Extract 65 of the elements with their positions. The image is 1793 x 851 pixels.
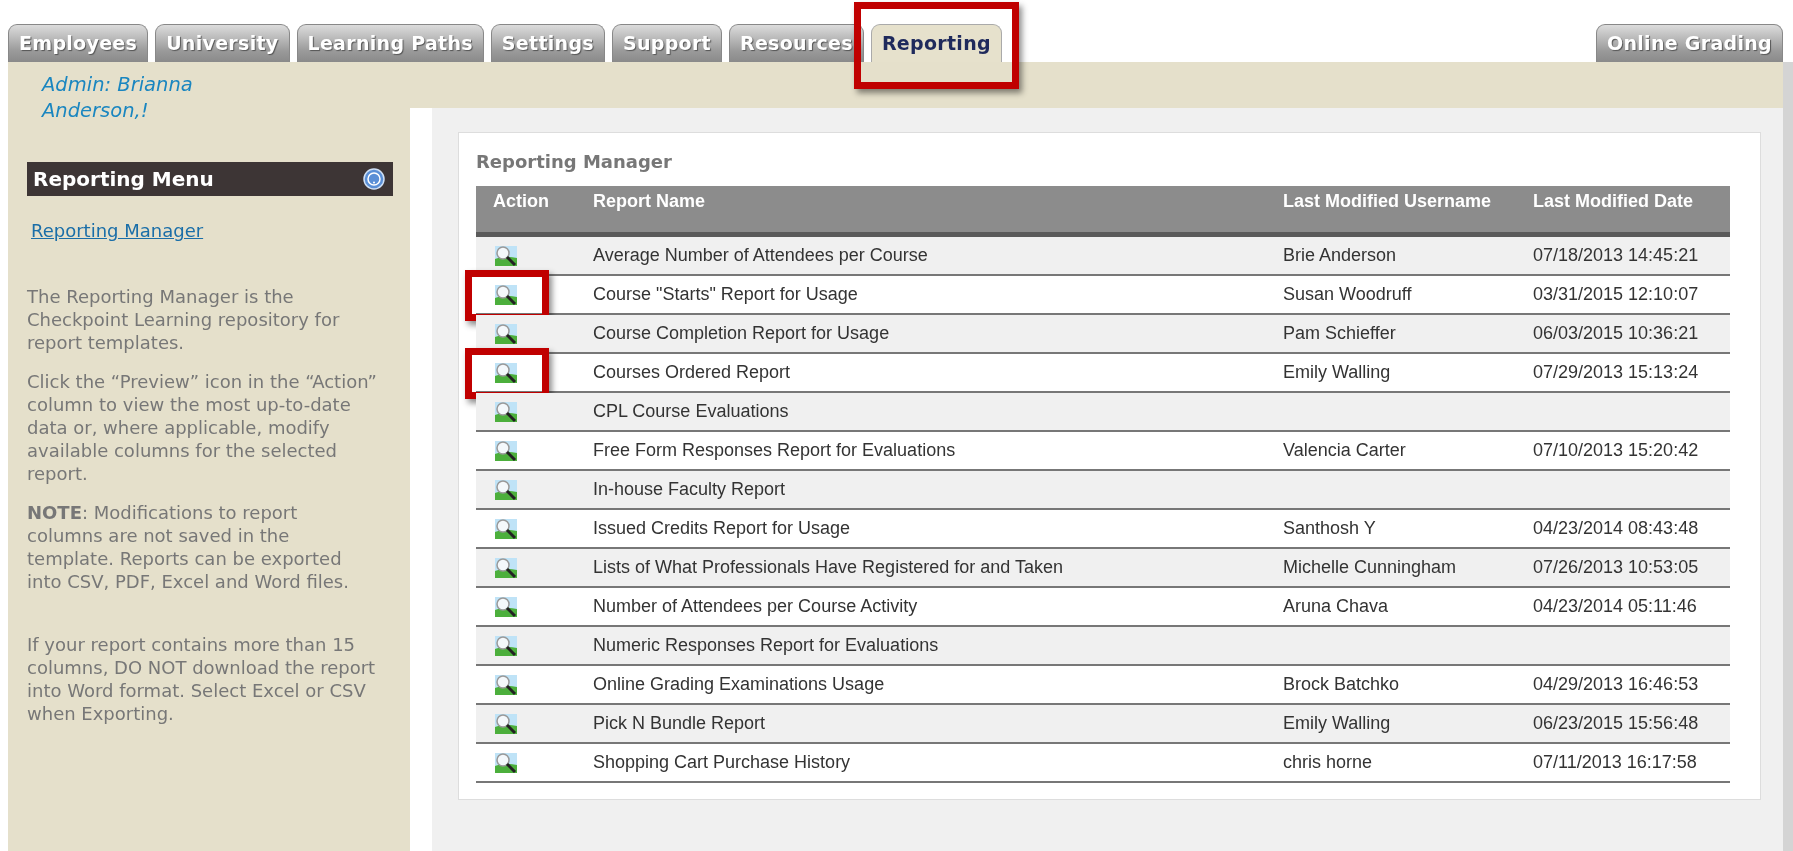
date-cell-text: 03/31/2015 12:10:07 (1532, 284, 1700, 305)
panel-title: Reporting Manager (476, 151, 673, 172)
report-name[interactable]: In-house Faculty Report (576, 479, 1266, 500)
magnifier-picture-icon[interactable] (494, 672, 520, 697)
admin-greeting: Admin: Brianna Anderson,! (42, 72, 194, 124)
nav-tab[interactable]: Reporting (870, 24, 1002, 62)
report-name[interactable]: Issued Credits Report for Usage (576, 518, 1266, 539)
magnifier-picture-icon[interactable] (494, 750, 520, 775)
date-cell-text: 04/23/2014 05:11:46 (1532, 596, 1698, 617)
date-cell-text: 06/03/2015 10:36:21 (1532, 323, 1700, 344)
date-cell-text: 07/29/2013 15:13:24 (1532, 362, 1700, 383)
help-paragraph: The Reporting Manager is the Checkpoint Learning repository for report templates. (27, 285, 341, 354)
username-cell-text: Valencia Carter (1282, 440, 1407, 461)
username-cell-text: Pam Schieffer (1282, 323, 1397, 344)
magnifier-picture-icon[interactable] (494, 594, 520, 619)
column-header: Last Modified Date (1532, 190, 1694, 213)
help-icon[interactable] (363, 168, 385, 190)
magnifier-picture-icon[interactable] (494, 321, 520, 346)
report-name[interactable]: Online Grading Examinations Usage (576, 674, 1266, 695)
menu-title: Reporting Menu (33, 167, 214, 191)
scrollbar[interactable] (1783, 62, 1793, 851)
column-header: Last Modified Username (1282, 190, 1493, 213)
username-cell-text: Santhosh Y (1282, 518, 1377, 539)
report-name[interactable]: Lists of What Professionals Have Registered for and Taken (576, 557, 1266, 578)
menu-link[interactable]: Reporting Manager (31, 220, 204, 241)
magnifier-picture-icon[interactable] (494, 477, 520, 502)
username-cell-text: Emily Walling (1282, 713, 1392, 734)
username-cell-text: Brie Anderson (1282, 245, 1398, 266)
username-cell-text: Aruna Chava (1282, 596, 1390, 617)
magnifier-picture-icon[interactable] (494, 243, 520, 268)
magnifier-picture-icon[interactable] (494, 360, 520, 385)
report-name[interactable]: Courses Ordered Report (576, 362, 1266, 383)
username-cell-text: Michelle Cunningham (1282, 557, 1458, 578)
report-name[interactable]: Pick N Bundle Report (576, 713, 1266, 734)
date-cell-text: 07/26/2013 10:53:05 (1532, 557, 1700, 578)
username-cell-text: Brock Batchko (1282, 674, 1401, 695)
help-paragraph: NOTE: Modifications to report columns are not saved in the template. Reports can be exported into CSV, PDF, Excel and Word files. (27, 501, 350, 593)
date-cell-text: 06/23/2015 15:56:48 (1532, 713, 1700, 734)
magnifier-picture-icon[interactable] (494, 633, 520, 658)
date-cell-text: 07/18/2013 14:45:21 (1532, 245, 1700, 266)
help-paragraph: If your report contains more than 15 columns, DO NOT download the report into Word format. Select Excel or CSV when Exporting. (27, 633, 377, 725)
magnifier-picture-icon[interactable] (494, 516, 520, 541)
date-cell-text: 07/10/2013 15:20:42 (1532, 440, 1700, 461)
date-cell-text: 04/23/2014 08:43:48 (1532, 518, 1700, 539)
column-header: Action (492, 190, 550, 213)
magnifier-picture-icon[interactable] (494, 282, 520, 307)
report-name[interactable]: Numeric Responses Report for Evaluations (576, 635, 1266, 656)
magnifier-picture-icon[interactable] (494, 438, 520, 463)
report-name[interactable]: Course Completion Report for Usage (576, 323, 1266, 344)
username-cell-text: Emily Walling (1282, 362, 1392, 383)
magnifier-picture-icon[interactable] (494, 711, 520, 736)
date-cell-text: 04/29/2013 16:46:53 (1532, 674, 1700, 695)
report-name[interactable]: Course "Starts" Report for Usage (576, 284, 1266, 305)
date-cell-text: 07/11/2013 16:17:58 (1532, 752, 1698, 773)
column-header: Report Name (592, 190, 707, 213)
username-cell-text: Susan Woodruff (1282, 284, 1413, 305)
report-name[interactable]: Shopping Cart Purchase History (576, 752, 1266, 773)
report-name[interactable]: Average Number of Attendees per Course (576, 245, 1266, 266)
report-name[interactable]: Free Form Responses Report for Evaluations (576, 440, 1266, 461)
report-name[interactable]: Number of Attendees per Course Activity (576, 596, 1266, 617)
username-cell-text: chris horne (1282, 752, 1374, 773)
magnifier-picture-icon[interactable] (494, 399, 520, 424)
report-name[interactable]: CPL Course Evaluations (576, 401, 1266, 422)
magnifier-picture-icon[interactable] (494, 555, 520, 580)
help-paragraph: Click the “Preview” icon in the “Action” column to view the most up-to-date data or, where applicable, modify available columns for the selected report. (27, 370, 377, 485)
